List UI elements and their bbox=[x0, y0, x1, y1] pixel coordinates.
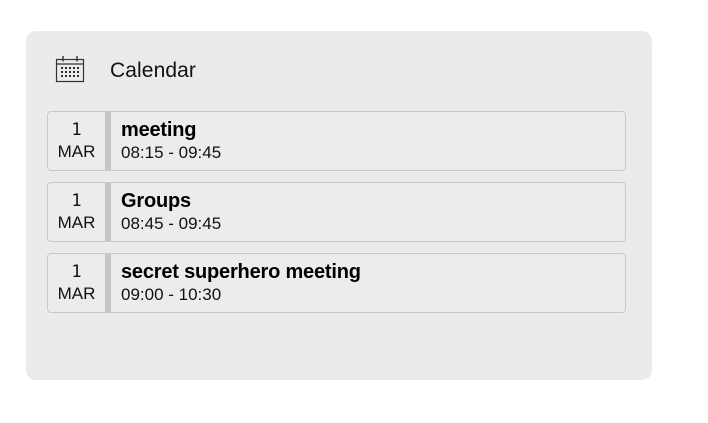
event-month: MAR bbox=[57, 213, 96, 232]
event-title: secret superhero meeting bbox=[121, 260, 361, 283]
event-title: Groups bbox=[121, 189, 191, 212]
event-month: MAR bbox=[57, 284, 96, 303]
event-item[interactable]: 1 MAR meeting 08:15 - 09:45 bbox=[47, 111, 626, 171]
event-item[interactable]: 1 MAR secret superhero meeting 09:00 - 1… bbox=[47, 253, 626, 313]
event-time: 08:45 - 09:45 bbox=[121, 213, 222, 233]
event-item[interactable]: 1 MAR Groups 08:45 - 09:45 bbox=[47, 182, 626, 242]
event-day: 1 bbox=[71, 262, 82, 282]
event-day: 1 bbox=[71, 191, 82, 211]
event-info: meeting 08:15 - 09:45 bbox=[111, 112, 221, 170]
event-day: 1 bbox=[71, 120, 82, 140]
event-list: 1 MAR meeting 08:15 - 09:45 1 MAR Groups… bbox=[47, 111, 626, 324]
calendar-title: Calendar bbox=[110, 59, 197, 82]
event-date: 1 MAR bbox=[48, 254, 111, 312]
event-time: 09:00 - 10:30 bbox=[121, 284, 222, 304]
event-info: Groups 08:45 - 09:45 bbox=[111, 183, 221, 241]
event-date: 1 MAR bbox=[48, 112, 111, 170]
calendar-icon bbox=[55, 56, 85, 83]
calendar-widget: Calendar 1 MAR meeting 08:15 - 09:45 1 M… bbox=[26, 31, 652, 380]
event-info: secret superhero meeting 09:00 - 10:30 bbox=[111, 254, 361, 312]
calendar-header: Calendar bbox=[54, 53, 196, 85]
event-time: 08:15 - 09:45 bbox=[121, 142, 222, 162]
event-month: MAR bbox=[57, 142, 96, 161]
event-date: 1 MAR bbox=[48, 183, 111, 241]
event-title: meeting bbox=[121, 118, 197, 141]
